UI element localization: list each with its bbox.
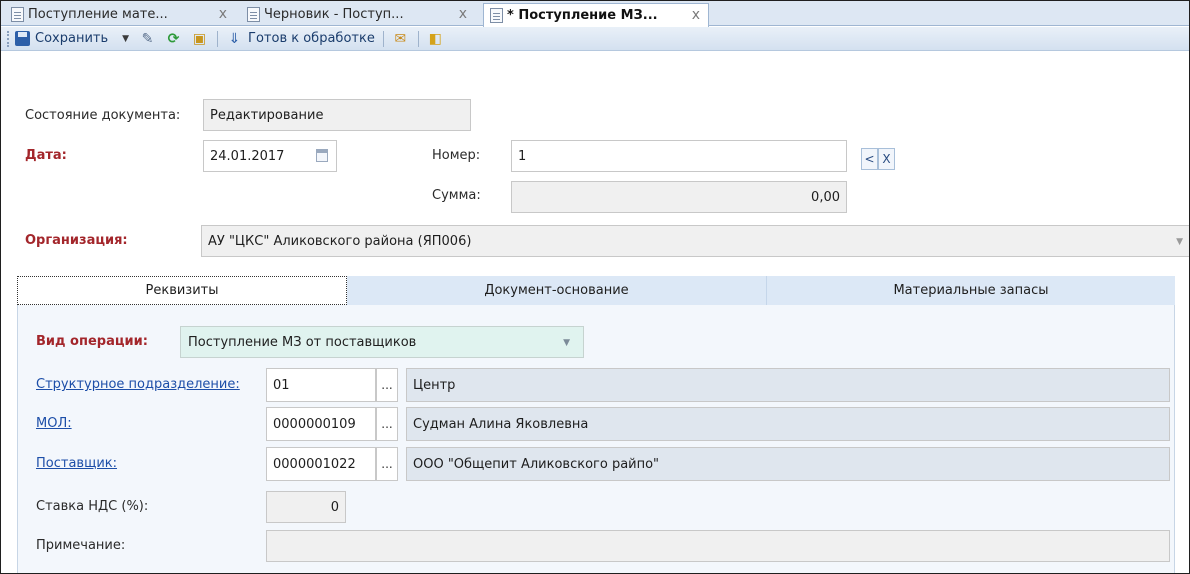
ready-for-processing-button[interactable]: ⇓ Готов к обработке <box>226 30 375 47</box>
organization-field[interactable]: АУ "ЦКС" Аликовского района (ЯП006) ▼ <box>201 225 1189 257</box>
mol-link[interactable]: МОЛ: <box>36 416 72 431</box>
refresh-icon[interactable]: ⟳ <box>165 30 182 47</box>
mol-name: Судман Алина Яковлевна <box>413 416 589 432</box>
state-value: Редактирование <box>210 107 324 123</box>
tab-label: Черновик - Поступ... <box>264 7 404 22</box>
sum-label: Сумма: <box>432 188 481 203</box>
vat-rate-field[interactable]: 0 <box>266 491 346 523</box>
mail-icon[interactable]: ✉ <box>392 30 409 47</box>
sum-value: 0,00 <box>811 189 840 205</box>
document-icon <box>247 7 260 22</box>
toolbar-grip[interactable] <box>7 30 10 47</box>
date-label: Дата: <box>25 148 67 163</box>
operation-type-value: Поступление МЗ от поставщиков <box>188 334 417 350</box>
note-field[interactable] <box>266 530 1170 562</box>
supplier-name: ООО "Общепит Аликовского райпо" <box>413 456 660 472</box>
vat-rate-value: 0 <box>330 499 339 515</box>
mol-code-field[interactable]: 0000000109 <box>266 407 376 441</box>
supplier-link[interactable]: Поставщик: <box>36 456 117 471</box>
arrow-down-icon: ⇓ <box>228 30 241 47</box>
supplier-name-field: ООО "Общепит Аликовского райпо" <box>406 447 1170 481</box>
mol-code: 0000000109 <box>273 416 356 432</box>
toolbar: Сохранить ▼ ✎ ⟳ ▣ ⇓ Готов к обработке ✉ … <box>1 27 1189 51</box>
supplier-code-field[interactable]: 0000001022 <box>266 447 376 481</box>
number-value: 1 <box>518 148 527 164</box>
close-icon[interactable]: x <box>692 7 700 23</box>
save-icon <box>15 31 30 46</box>
supplier-browse-button[interactable]: ... <box>376 447 398 481</box>
tab-draft-receipt[interactable]: Черновик - Поступ... x <box>241 3 479 26</box>
tab-label: Материальные запасы <box>893 283 1049 298</box>
close-icon[interactable]: x <box>219 6 227 22</box>
operation-type-select[interactable]: Поступление МЗ от поставщиков ▼ <box>180 326 584 358</box>
vat-rate-label: Ставка НДС (%): <box>36 499 149 514</box>
tab-material-stocks[interactable]: Материальные запасы <box>767 276 1175 305</box>
supplier-code: 0000001022 <box>273 456 356 472</box>
operation-type-label: Вид операции: <box>36 334 148 349</box>
mol-browse-button[interactable]: ... <box>376 407 398 441</box>
copy-icon[interactable]: ▣ <box>191 30 208 47</box>
sum-field: 0,00 <box>511 181 847 213</box>
edit-icon[interactable]: ✎ <box>139 30 156 47</box>
note-label: Примечание: <box>36 538 126 553</box>
prev-number-button[interactable]: < <box>861 148 878 170</box>
save-dropdown-arrow-icon[interactable]: ▼ <box>122 34 129 44</box>
details-tab-strip: Реквизиты Документ-основание Материальны… <box>17 276 1175 305</box>
tab-requisites[interactable]: Реквизиты <box>17 276 347 305</box>
toolbar-separator <box>217 30 219 47</box>
toolbar-separator <box>417 30 419 47</box>
document-tab-bar: Поступление мате... x Черновик - Поступ.… <box>1 1 1189 27</box>
calendar-icon[interactable] <box>316 149 328 162</box>
date-field[interactable]: 24.01.2017 <box>203 140 337 172</box>
tab-label: Поступление мате... <box>28 7 168 22</box>
structural-unit-code: 01 <box>273 377 290 393</box>
tab-label: * Поступление МЗ... <box>507 8 658 23</box>
structural-unit-link[interactable]: Структурное подразделение: <box>36 377 240 392</box>
structural-unit-code-field[interactable]: 01 <box>266 368 376 402</box>
toolbar-separator <box>382 30 384 47</box>
clear-number-button[interactable]: X <box>878 148 895 170</box>
state-label: Состояние документа: <box>25 108 181 123</box>
number-label: Номер: <box>432 148 481 163</box>
close-icon[interactable]: x <box>459 6 467 22</box>
organization-label: Организация: <box>25 233 128 248</box>
structural-unit-browse-button[interactable]: ... <box>376 368 398 402</box>
document-icon <box>490 8 503 23</box>
ready-label: Готов к обработке <box>248 31 375 46</box>
organization-dropdown-arrow-icon[interactable]: ▼ <box>1176 237 1183 247</box>
save-button[interactable]: Сохранить <box>15 31 108 46</box>
document-window: Поступление мате... x Черновик - Поступ.… <box>0 0 1190 574</box>
exit-icon[interactable]: ◧ <box>427 30 444 47</box>
state-field: Редактирование <box>203 99 471 131</box>
tab-label: Реквизиты <box>145 283 219 298</box>
structural-unit-name: Центр <box>413 377 456 393</box>
date-value: 24.01.2017 <box>210 148 285 164</box>
chevron-down-icon[interactable]: ▼ <box>563 338 570 348</box>
structural-unit-name-field: Центр <box>406 368 1170 402</box>
organization-value: АУ "ЦКС" Аликовского района (ЯП006) <box>208 233 472 249</box>
mol-name-field: Судман Алина Яковлевна <box>406 407 1170 441</box>
tab-base-document[interactable]: Документ-основание <box>347 276 767 305</box>
tab-mz-receipt-active[interactable]: * Поступление МЗ... x <box>483 3 709 27</box>
document-icon <box>11 7 24 22</box>
save-label: Сохранить <box>35 31 109 46</box>
tab-label: Документ-основание <box>484 283 629 298</box>
requisites-panel: Вид операции: Поступление МЗ от поставщи… <box>17 305 1175 573</box>
number-field[interactable]: 1 <box>511 140 847 172</box>
tab-materials-receipt[interactable]: Поступление мате... x <box>5 3 239 26</box>
